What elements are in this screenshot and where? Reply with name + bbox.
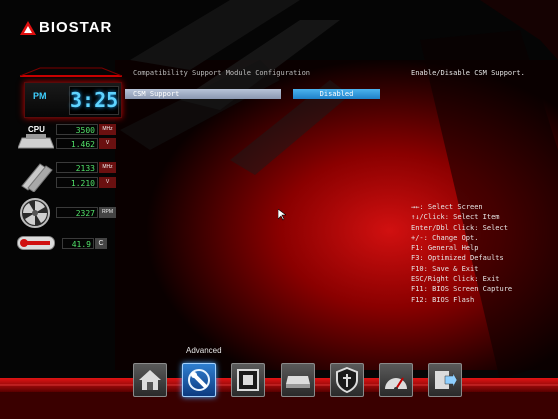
item-help-text: Enable/Disable CSM Support. [411,69,525,77]
memory-icon [21,163,53,192]
save-exit-icon [435,371,457,389]
thermometer-icon [17,236,55,250]
dock-active-title: Advanced [186,346,222,355]
memory-frequency-readout: 2133 [56,162,98,173]
dock-one-button[interactable] [379,363,413,397]
csm-support-label[interactable]: CSM Support [125,89,281,99]
fan-icon [20,198,50,228]
key-help-line: +/-: Change Opt. [411,233,479,242]
section-title: Compatibility Support Module Configurati… [133,69,311,77]
logo-triangle-icon [20,20,36,35]
key-help-line: F10: Save & Exit [411,264,479,273]
clock-meridiem: PM [33,91,47,101]
memory-voltage-unit: V [99,177,116,188]
fan-speed-unit: RPM [99,207,116,218]
dock-save-exit-button[interactable] [428,363,462,397]
memory-voltage-readout: 1.210 [56,177,98,188]
cpu-frequency-unit: MHz [99,124,116,135]
brand-logo: BIOSTAR [20,19,112,36]
key-help-line: Enter/Dbl Click: Select [411,223,508,232]
csm-support-value[interactable]: Disabled [293,89,380,99]
cpu-voltage-readout: 1.462 [56,138,98,149]
key-help-line: ↑↓/Click: Select Item [411,213,500,222]
cpu-frequency-readout: 3500 [56,124,98,135]
o-n-e-icon [385,377,407,391]
fan-speed-readout: 2327 [56,207,98,218]
cpu-voltage-unit: V [99,138,116,149]
dock-boot-button[interactable] [281,363,315,397]
memory-frequency-unit: MHz [99,162,116,173]
dock-main-button[interactable] [133,363,167,397]
temperature-readout: 41.9 [62,238,94,249]
key-help-list: →←: Select Screen ↑↓/Click: Select Item … [411,202,512,305]
home-icon [139,370,161,390]
clock-panel: PM 3:25 [24,82,122,118]
dock-chipset-button[interactable] [231,363,265,397]
cpu-label: CPU [28,125,45,134]
mouse-pointer-icon [278,209,286,221]
key-help-line: F12: BIOS Flash [411,295,475,304]
security-icon [336,367,358,393]
key-help-line: F3: Optimized Defaults [411,254,504,263]
brand-name: BIOSTAR [39,19,113,36]
key-help-line: F1: General Help [411,244,479,253]
temperature-unit: C [95,238,107,249]
key-help-line: →←: Select Screen [411,203,483,211]
key-help-line: F11: BIOS Screen Capture [411,285,513,294]
clock-time: 3:25 [69,86,119,115]
boot-icon [286,376,310,388]
dock-advanced-button[interactable] [182,363,216,397]
chipset-icon [237,369,259,391]
key-help-line: ESC/Right Click: Exit [411,275,500,284]
advanced-icon [188,369,210,391]
dock-security-button[interactable] [330,363,364,397]
